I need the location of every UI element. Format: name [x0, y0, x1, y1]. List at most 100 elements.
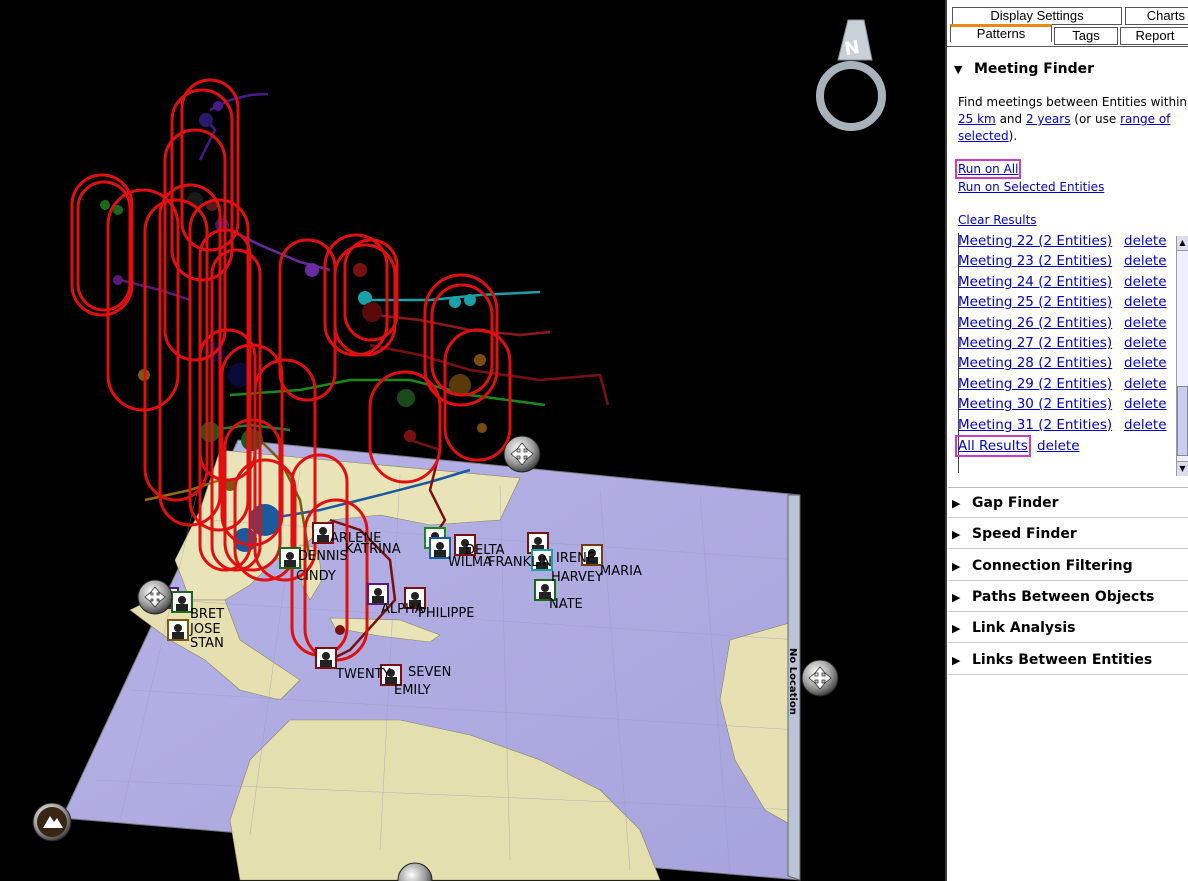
entity-label: KATRINA [345, 542, 401, 557]
delete-link[interactable]: delete [1124, 335, 1167, 351]
compass-widget[interactable]: N [816, 19, 886, 131]
delete-link[interactable]: delete [1037, 438, 1080, 454]
entity-marker [171, 591, 193, 613]
track-point [305, 263, 319, 277]
scroll-up-arrow-icon[interactable]: ▲ [1177, 236, 1188, 251]
meeting-result-row: Meeting 22 (2 Entities) delete [958, 233, 1167, 253]
timeline-label: _ Sep 1 [234, 213, 272, 224]
tilt-button[interactable] [32, 802, 72, 842]
range-of-link[interactable]: range of [1120, 112, 1170, 126]
tab-underline [947, 46, 1188, 47]
time-link[interactable]: 2 years [1026, 112, 1070, 126]
meeting-result-link[interactable]: Meeting 31 (2 Entities) [958, 417, 1112, 433]
entity-label: SEVEN [408, 665, 451, 680]
clear-results-link[interactable]: Clear Results [958, 213, 1037, 227]
meeting-finder-header[interactable]: ▼ Meeting Finder [950, 54, 1188, 84]
track-point [362, 302, 382, 322]
entity-marker [279, 547, 301, 569]
section-title: Link Analysis [972, 620, 1076, 637]
run-on-all-link[interactable]: Run on All [954, 159, 1022, 179]
pan-button[interactable] [137, 579, 173, 615]
compass-ring [816, 61, 886, 131]
section-header[interactable]: ▶ Gap Finder [948, 488, 1188, 518]
distance-link[interactable]: 25 km [958, 112, 996, 126]
entity-label: BRET [190, 607, 224, 622]
expand-arrow-icon: ▶ [952, 622, 961, 636]
and-text: and [999, 112, 1023, 126]
pan-button[interactable] [801, 659, 839, 697]
track [229, 378, 546, 407]
track-point [200, 422, 220, 442]
meeting-result-link[interactable]: Meeting 30 (2 Entities) [958, 396, 1112, 412]
tab-display-settings[interactable]: Display Settings [952, 7, 1122, 25]
track-point [353, 263, 367, 277]
track-point [199, 113, 213, 127]
section-title: Speed Finder [972, 526, 1077, 543]
results-scrollbar[interactable]: ▲ ▼ [1176, 236, 1188, 476]
expand-arrow-icon: ▶ [952, 590, 961, 604]
expand-arrow-icon: ▶ [952, 497, 961, 510]
meeting-result-row: Meeting 30 (2 Entities) delete [958, 396, 1167, 416]
meeting-result-link[interactable]: Meeting 22 (2 Entities) [958, 233, 1112, 249]
section-header[interactable]: ▶ Speed Finder [948, 519, 1188, 550]
meeting-finder-title: Meeting Finder [974, 61, 1095, 77]
delete-link[interactable]: delete [1124, 233, 1167, 249]
entity-marker [367, 583, 389, 605]
entity-marker [167, 619, 189, 641]
meeting-ring [143, 198, 209, 502]
selected-link[interactable]: selected [958, 129, 1009, 143]
delete-link[interactable]: delete [1124, 417, 1167, 433]
meeting-result-link[interactable]: Meeting 25 (2 Entities) [958, 294, 1112, 310]
tab-tags[interactable]: Tags [1054, 27, 1118, 45]
section-title: Links Between Entities [972, 651, 1153, 668]
run-on-selected-link[interactable]: Run on Selected Entities [958, 180, 1104, 194]
scroll-down-arrow-icon[interactable]: ▼ [1177, 461, 1188, 476]
meeting-result-row: Meeting 25 (2 Entities) delete [958, 294, 1167, 314]
tab-report[interactable]: Report [1120, 27, 1188, 45]
tab-charts[interactable]: Charts [1125, 7, 1188, 25]
meeting-result-row: Meeting 27 (2 Entities) delete [958, 335, 1167, 355]
meeting-params: 25 km and 2 years (or use range of [958, 112, 1170, 126]
section-header[interactable]: ▶ Connection Filtering [948, 551, 1188, 581]
section-header[interactable]: ▶ Link Analysis [948, 613, 1188, 644]
meeting-result-link[interactable]: Meeting 27 (2 Entities) [958, 335, 1112, 351]
geotemporal-3d-view[interactable]: No Location _ Jul 1 _ Aug 1 _ Sep 1 _ Oc… [0, 0, 945, 881]
delete-link[interactable]: delete [1124, 274, 1167, 290]
delete-link[interactable]: delete [1124, 253, 1167, 269]
delete-link[interactable]: delete [1124, 294, 1167, 310]
or-use-text: (or use [1074, 112, 1117, 126]
meeting-result-link[interactable]: Meeting 23 (2 Entities) [958, 253, 1112, 269]
delete-link[interactable]: delete [1124, 355, 1167, 371]
delete-link[interactable]: delete [1124, 396, 1167, 412]
entity-marker [429, 537, 451, 559]
meeting-result-row: Meeting 23 (2 Entities) delete [958, 253, 1167, 273]
timeline-label: _ Jul 1 [217, 52, 248, 63]
pan-button[interactable] [503, 435, 541, 473]
entity-label: STAN [190, 636, 224, 651]
close-paren: ). [1008, 129, 1018, 143]
meeting-result-link[interactable]: Meeting 24 (2 Entities) [958, 274, 1112, 290]
all-results-row: All Results delete [955, 435, 1080, 458]
scroll-thumb[interactable] [1177, 386, 1188, 456]
meeting-result-link[interactable]: Meeting 28 (2 Entities) [958, 355, 1112, 371]
meeting-result-row: Meeting 31 (2 Entities) delete [958, 417, 1167, 437]
delete-link[interactable]: delete [1124, 315, 1167, 331]
section-header[interactable]: ▶ Links Between Entities [948, 645, 1188, 675]
entity-label: DENNIS [298, 549, 348, 564]
expand-arrow-icon: ▶ [952, 528, 961, 542]
meeting-result-link[interactable]: Meeting 29 (2 Entities) [958, 376, 1112, 392]
entity-label: PHILIPPE [418, 606, 474, 621]
meeting-result-row: Meeting 24 (2 Entities) delete [958, 274, 1167, 294]
expand-arrow-icon: ▶ [952, 653, 961, 667]
entity-label: FRANKLIN [488, 555, 552, 570]
track-point [464, 294, 476, 306]
entity-marker [315, 647, 337, 669]
delete-link[interactable]: delete [1124, 376, 1167, 392]
section-header[interactable]: ▶ Paths Between Objects [948, 582, 1188, 612]
tab-patterns[interactable]: Patterns [950, 24, 1052, 42]
scale-label: 2 km --> [283, 432, 327, 443]
scene-svg[interactable]: No Location _ Jul 1 _ Aug 1 _ Sep 1 _ Oc… [0, 0, 945, 881]
all-results-link[interactable]: All Results [955, 435, 1031, 457]
entity-label: HARVEY [551, 570, 603, 585]
meeting-result-link[interactable]: Meeting 26 (2 Entities) [958, 315, 1112, 331]
